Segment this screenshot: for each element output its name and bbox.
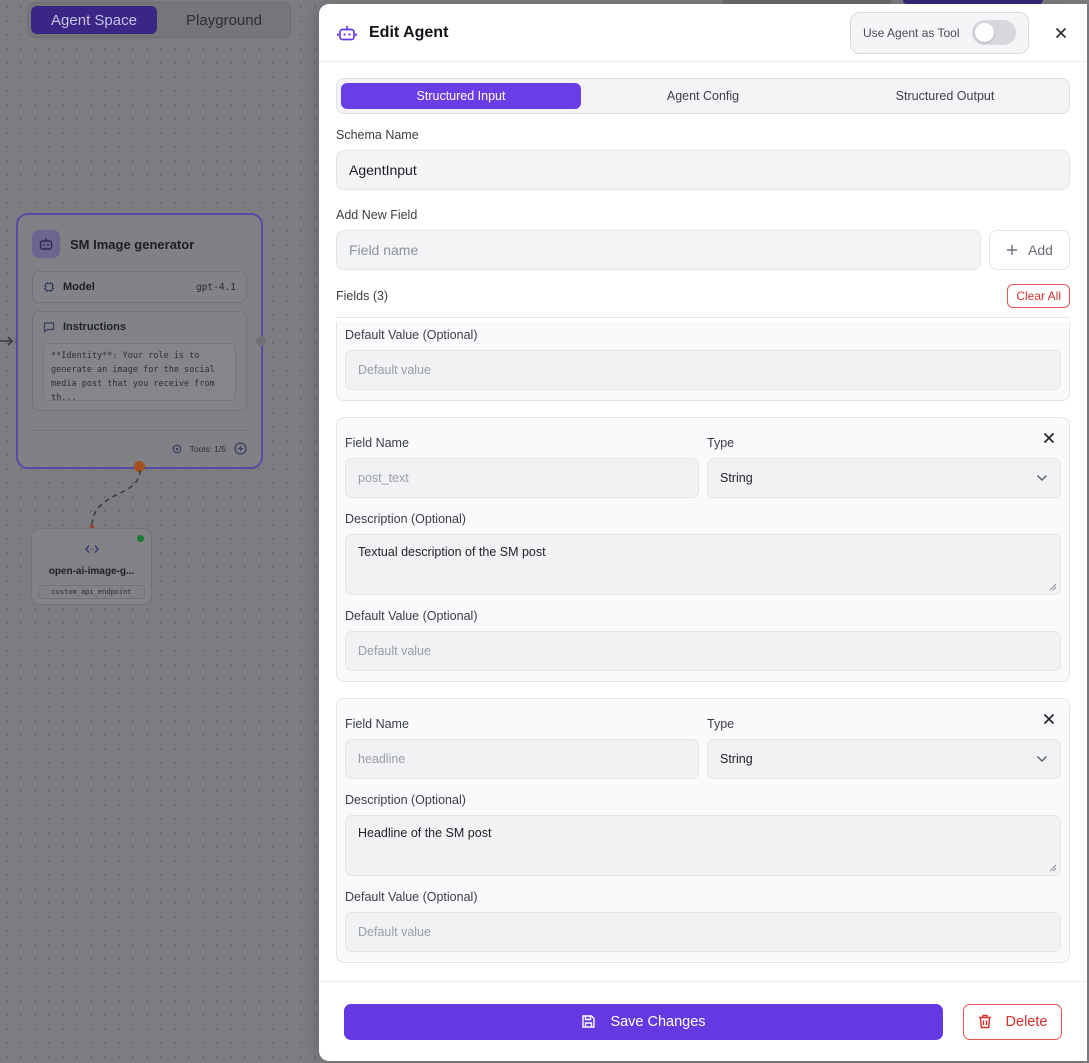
agent-node-title: SM Image generator	[70, 236, 195, 252]
tool-edge	[90, 469, 141, 529]
panel-footer: Save Changes Delete	[319, 981, 1087, 1061]
fields-header: Fields (3) Clear All	[336, 284, 1070, 318]
edit-agent-panel: Edit Agent Use Agent as Tool Structured …	[319, 4, 1087, 1061]
chip-icon	[44, 282, 54, 292]
close-icon	[1043, 713, 1055, 725]
default-value-label: Default Value (Optional)	[345, 328, 478, 342]
edge-arrow-icon	[0, 336, 14, 346]
default-value-input[interactable]: Default value	[345, 912, 1061, 952]
bot-icon	[32, 230, 60, 258]
type-label: Type	[707, 436, 735, 450]
fields-count: Fields (3)	[336, 289, 389, 303]
type-label: Type	[707, 717, 735, 731]
save-button-label: Save Changes	[610, 1013, 706, 1030]
panel-title: Edit Agent	[369, 23, 449, 41]
field-name-label: Field Name	[345, 436, 409, 450]
field-name-label: Field Name	[345, 717, 409, 731]
field-card: Field Name headline Type String Descript…	[336, 698, 1070, 963]
save-changes-button[interactable]: Save Changes	[344, 1003, 943, 1040]
model-value: gpt-4.1	[195, 281, 236, 293]
field-card: Default Value (Optional) Default value	[336, 322, 1070, 401]
instructions-label: Instructions	[63, 321, 126, 333]
schema-name-label: Schema Name	[336, 128, 419, 142]
description-input[interactable]: Textual description of the SM post	[345, 534, 1061, 595]
add-tool-icon[interactable]	[234, 442, 247, 455]
panel-body: Structured Input Agent Config Structured…	[336, 78, 1070, 318]
tab-agent-space[interactable]: Agent Space	[31, 6, 157, 34]
api-icon	[84, 545, 99, 553]
field-name-value[interactable]: headline	[345, 739, 699, 779]
space-tabs: Agent Space Playground	[27, 2, 291, 38]
tab-playground[interactable]: Playground	[161, 6, 287, 34]
type-select[interactable]: String	[707, 739, 1061, 779]
description-value: Headline of the SM post	[358, 826, 492, 840]
resize-handle-icon[interactable]	[1049, 864, 1057, 872]
tool-node-tag: custom_api_endpoint	[38, 585, 145, 599]
chevron-down-icon	[1037, 475, 1047, 481]
bot-icon	[337, 25, 357, 40]
agent-node-model[interactable]: Model gpt-4.1	[32, 271, 247, 303]
field-name-input[interactable]: Field name	[336, 230, 981, 270]
model-label: Model	[63, 281, 95, 293]
close-icon	[1055, 27, 1067, 38]
description-value: Textual description of the SM post	[358, 545, 546, 559]
agent-node-instructions[interactable]: Instructions **Identity**: Your role is …	[32, 311, 247, 411]
tool-node-name: open-ai-image-g...	[48, 566, 135, 577]
default-value-label: Default Value (Optional)	[345, 890, 478, 904]
tab-agent-config[interactable]: Agent Config	[583, 83, 823, 109]
tab-structured-output[interactable]: Structured Output	[825, 83, 1065, 109]
schema-name-input[interactable]: AgentInput	[336, 150, 1070, 190]
default-value-input[interactable]: Default value	[345, 631, 1061, 671]
toggle-label: Use Agent as Tool	[863, 25, 960, 40]
delete-button[interactable]: Delete	[963, 1003, 1062, 1040]
type-value: String	[720, 471, 753, 485]
add-field-button[interactable]: Add	[989, 230, 1070, 270]
type-value: String	[720, 752, 753, 766]
status-dot	[137, 535, 144, 542]
add-field-label: Add New Field	[336, 208, 418, 222]
agent-node-footer: Tools: 1/5	[32, 430, 247, 455]
delete-button-label: Delete	[1005, 1013, 1048, 1030]
message-icon	[43, 322, 55, 333]
description-label: Description (Optional)	[345, 512, 466, 526]
clear-all-button[interactable]: Clear All	[1007, 284, 1070, 308]
use-agent-as-tool-toggle[interactable]: Use Agent as Tool	[850, 11, 1029, 54]
chevron-down-icon	[1037, 756, 1047, 762]
tools-icon	[172, 444, 181, 453]
type-select[interactable]: String	[707, 458, 1061, 498]
instructions-text: **Identity**: Your role is to generate a…	[43, 343, 236, 401]
tools-count: Tools: 1/5	[189, 443, 226, 454]
tab-structured-input[interactable]: Structured Input	[341, 83, 581, 109]
save-icon	[582, 1015, 596, 1028]
node-output-handle[interactable]	[256, 336, 266, 346]
default-value-input[interactable]: Default value	[345, 350, 1061, 390]
resize-handle-icon[interactable]	[1049, 583, 1057, 591]
panel-tabs: Structured Input Agent Config Structured…	[336, 78, 1070, 114]
fields-list[interactable]: Default Value (Optional) Default value F…	[336, 322, 1070, 970]
description-label: Description (Optional)	[345, 793, 466, 807]
remove-field-button[interactable]	[1043, 712, 1055, 725]
close-icon	[1043, 432, 1055, 444]
panel-header: Edit Agent Use Agent as Tool	[319, 4, 1087, 62]
add-button-label: Add	[1028, 242, 1053, 258]
field-name-value[interactable]: post_text	[345, 458, 699, 498]
field-card: Field Name post_text Type String Descrip…	[336, 417, 1070, 682]
description-input[interactable]: Headline of the SM post	[345, 815, 1061, 876]
agent-node[interactable]: SM Image generator Model gpt-4.1 Instruc…	[16, 213, 263, 469]
default-value-label: Default Value (Optional)	[345, 609, 478, 623]
trash-icon	[978, 1014, 991, 1029]
close-button[interactable]	[1053, 25, 1069, 41]
plus-icon	[1007, 245, 1018, 255]
toggle-switch[interactable]	[972, 20, 1016, 45]
remove-field-button[interactable]	[1043, 431, 1055, 444]
tool-node[interactable]: open-ai-image-g... custom_api_endpoint	[31, 528, 152, 605]
